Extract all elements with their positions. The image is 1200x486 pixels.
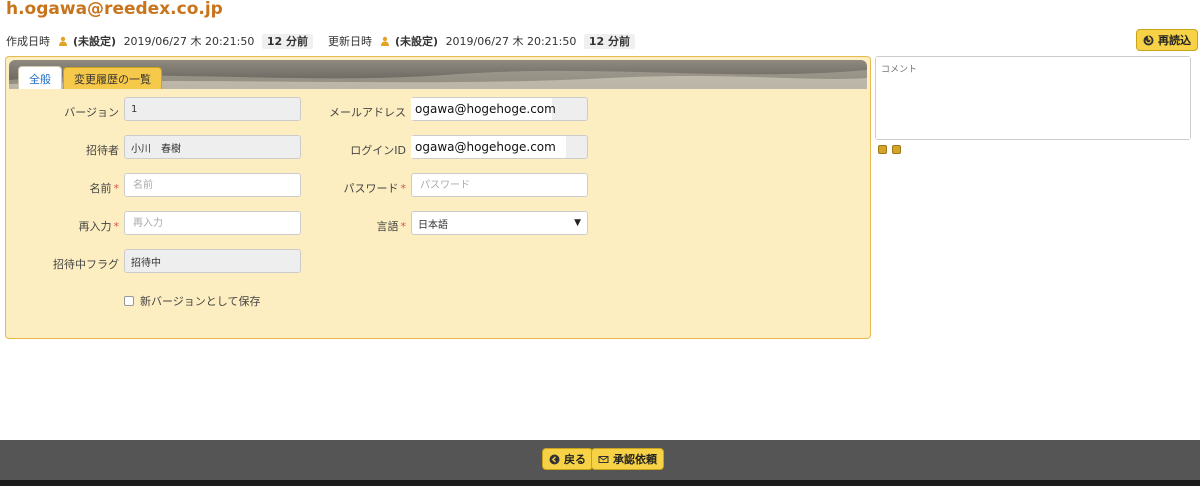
- name-label: 名前 *: [89, 182, 120, 195]
- email-label: メールアドレス: [329, 106, 406, 119]
- inviting-flag-field: 招待中: [124, 249, 301, 273]
- comment-textarea[interactable]: [876, 57, 1190, 139]
- language-label: 言語 *: [376, 220, 407, 233]
- reenter-label: 再入力 *: [78, 220, 120, 233]
- password-label: パスワード *: [343, 182, 407, 195]
- footer-bottom-strip: [0, 480, 1200, 486]
- password-input[interactable]: [418, 178, 581, 192]
- mail-icon: [598, 454, 609, 465]
- created-meta: 作成日時 (未設定) 2019/06/27 木 20:21:50 12 分前: [6, 33, 313, 49]
- back-button[interactable]: 戻る: [542, 448, 593, 470]
- save-new-version-label: 新バージョンとして保存: [140, 295, 261, 308]
- reenter-field[interactable]: [124, 211, 301, 235]
- approval-request-label: 承認依頼: [613, 453, 657, 466]
- email-value: ogawa@hogehoge.com: [411, 98, 556, 120]
- dropdown-arrow-icon: ▼: [574, 218, 581, 228]
- tab-bar: 全般 変更履歴の一覧: [9, 60, 867, 89]
- login-id-value: ogawa@hogehoge.com: [411, 136, 566, 158]
- version-label: バージョン: [64, 106, 119, 119]
- page-title: h.ogawa@reedex.co.jp: [6, 0, 223, 19]
- save-new-version-row[interactable]: 新バージョンとして保存: [124, 293, 260, 309]
- updated-meta: 更新日時 (未設定) 2019/06/27 木 20:21:50 12 分前: [328, 33, 635, 49]
- name-input[interactable]: [131, 178, 294, 192]
- comment-tools: [878, 145, 901, 154]
- tab-general-label: 全般: [29, 72, 51, 86]
- image-icon[interactable]: [878, 145, 887, 154]
- created-label: 作成日時: [6, 35, 50, 48]
- password-field[interactable]: [411, 173, 588, 197]
- tab-general[interactable]: 全般: [18, 66, 62, 89]
- name-field[interactable]: [124, 173, 301, 197]
- comment-box[interactable]: [875, 56, 1191, 140]
- updated-ago: 12 分前: [583, 34, 635, 49]
- inviter-field: 小川 春樹: [124, 135, 301, 159]
- created-user: (未設定): [73, 35, 117, 48]
- approval-request-button[interactable]: 承認依頼: [591, 448, 664, 470]
- language-value: 日本語: [418, 219, 448, 231]
- created-datetime: 2019/06/27 木 20:21:50: [123, 35, 255, 48]
- back-label: 戻る: [564, 453, 586, 466]
- reload-label: 再読込: [1158, 34, 1191, 47]
- language-select[interactable]: 日本語 ▼: [411, 211, 588, 235]
- version-field: 1: [124, 97, 301, 121]
- main-panel: 全般 変更履歴の一覧 バージョン 1 招待者 小川 春樹 名前* 再入力* 招待…: [5, 56, 871, 339]
- updated-label: 更新日時: [328, 35, 372, 48]
- updated-datetime: 2019/06/27 木 20:21:50: [445, 35, 577, 48]
- refresh-icon: [1143, 34, 1154, 46]
- login-id-label: ログインID: [350, 144, 406, 157]
- tab-change-history-label: 変更履歴の一覧: [74, 72, 151, 86]
- user-icon: [380, 36, 390, 46]
- footer-bar: 戻る 承認依頼: [0, 440, 1200, 480]
- reenter-input[interactable]: [131, 216, 294, 230]
- back-icon: [549, 454, 560, 465]
- inviter-label: 招待者: [86, 144, 119, 157]
- inviting-flag-label: 招待中フラグ: [53, 258, 119, 271]
- tab-change-history[interactable]: 変更履歴の一覧: [63, 67, 162, 89]
- save-new-version-checkbox[interactable]: [124, 296, 134, 306]
- created-ago: 12 分前: [261, 34, 313, 49]
- user-icon: [58, 36, 68, 46]
- updated-user: (未設定): [395, 35, 439, 48]
- reload-button[interactable]: 再読込: [1136, 29, 1198, 51]
- database-icon[interactable]: [892, 145, 901, 154]
